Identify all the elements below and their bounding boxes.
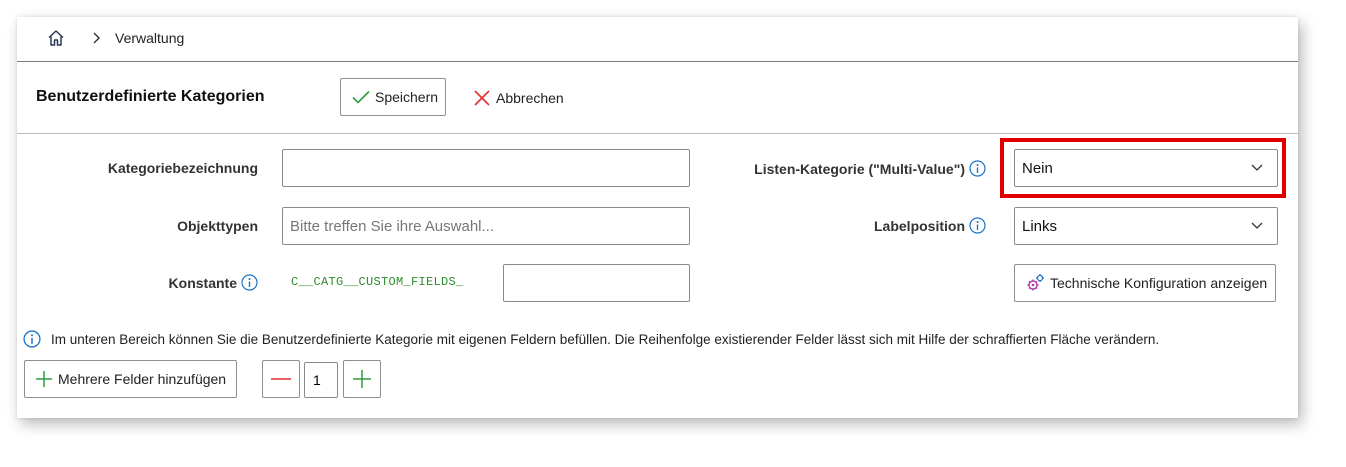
info-icon[interactable] [241,274,258,291]
add-multiple-fields-button[interactable]: Mehrere Felder hinzufügen [24,360,237,398]
chevron-right-icon [93,32,100,44]
add-multiple-fields-label: Mehrere Felder hinzufügen [58,371,227,387]
label-position-selected: Links [1022,217,1058,235]
plus-icon [353,370,371,388]
plus-icon [36,371,52,387]
save-button-label: Speichern [375,89,439,105]
object-types-input[interactable] [282,207,690,245]
close-icon [474,90,490,106]
label-position-label: Labelposition [874,217,986,234]
checkmark-icon [352,90,370,104]
field-count-input[interactable] [304,362,338,398]
info-message: Im unteren Bereich können Sie die Benutz… [23,330,1159,348]
technical-config-label: Technische Konfiguration anzeigen [1050,275,1268,291]
home-icon[interactable] [47,29,65,47]
main-panel: Verwaltung Benutzerdefinierte Kategorien… [17,17,1298,418]
breadcrumb-current[interactable]: Verwaltung [115,30,184,46]
info-icon[interactable] [969,160,986,177]
label-position-select[interactable]: Links [1014,207,1278,245]
highlight-box [1000,138,1286,198]
constant-label: Konstante [169,274,258,291]
save-button[interactable]: Speichern [340,78,446,116]
info-icon[interactable] [969,217,986,234]
minus-icon [271,378,291,380]
decrement-button[interactable] [262,360,300,398]
technical-config-button[interactable]: Technische Konfiguration anzeigen [1014,264,1276,302]
object-types-label: Objekttypen [177,218,258,234]
multi-value-label: Listen-Kategorie ("Multi-Value") [754,160,986,177]
info-message-text: Im unteren Bereich können Sie die Benutz… [51,331,1160,347]
page-header: Benutzerdefinierte Kategorien Speichern … [17,62,1298,134]
increment-button[interactable] [343,360,381,398]
info-icon [23,330,41,348]
breadcrumb: Verwaltung [17,17,1298,62]
constant-prefix: C__CATG__CUSTOM_FIELDS_ [291,275,464,289]
constant-input[interactable] [503,264,690,302]
category-name-label: Kategoriebezeichnung [107,160,258,176]
chevron-down-icon [1251,222,1263,229]
page-title: Benutzerdefinierte Kategorien [36,88,265,105]
cancel-button-label: Abbrechen [496,90,564,106]
cancel-button[interactable]: Abbrechen [473,89,564,107]
gears-icon [1027,274,1044,291]
category-name-input[interactable] [282,149,690,187]
